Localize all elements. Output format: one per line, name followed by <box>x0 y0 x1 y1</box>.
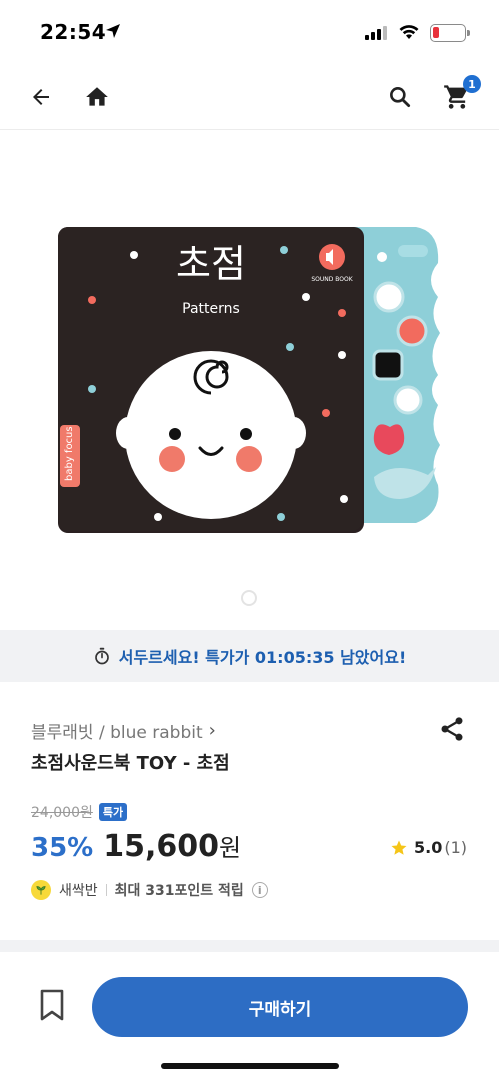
carousel-indicator[interactable] <box>241 590 257 606</box>
sprout-grade-icon <box>31 880 51 900</box>
product-book-illustration: baby focus 초점 Patterns SOUND BOOK 블루래빗 <box>58 227 440 533</box>
currency-label: 원 <box>219 834 242 862</box>
info-icon[interactable]: i <box>251 882 268 898</box>
brand-link[interactable]: 블루래빗 / blue rabbit › <box>31 718 216 743</box>
back-button[interactable] <box>25 81 57 113</box>
points-row: 새싹반 최대 331포인트 적립 i <box>31 880 268 900</box>
original-price-row: 24,000원 특가 <box>31 802 128 822</box>
battery-level <box>433 27 439 38</box>
section-divider <box>0 940 499 952</box>
timer-text: 서두르세요! 특가가 01:05:35 남았어요! <box>118 648 407 667</box>
share-button[interactable] <box>436 713 468 745</box>
search-icon <box>390 87 411 108</box>
location-arrow-icon <box>106 24 120 38</box>
product-image[interactable]: baby focus 초점 Patterns SOUND BOOK 블루래빗 <box>56 205 448 535</box>
sale-badge: 특가 <box>98 803 128 821</box>
bookmark-button[interactable] <box>34 985 70 1025</box>
share-icon <box>441 717 463 741</box>
rating-count: (1) <box>444 838 467 857</box>
star-icon <box>391 840 407 855</box>
home-button[interactable] <box>81 81 113 113</box>
product-name: 초점사운드북 TOY - 초점 <box>31 753 230 774</box>
divider <box>105 884 107 896</box>
publisher-mark: 블루래빗 <box>198 506 224 515</box>
nav-bar: 1 <box>0 64 499 130</box>
status-bar: 22:54 <box>0 0 499 64</box>
cover-subtitle: Patterns <box>182 301 240 317</box>
battery-icon <box>430 24 470 42</box>
brand-name: 블루래빗 / blue rabbit <box>31 723 203 743</box>
sale-price: 15,600 <box>103 829 220 864</box>
status-time: 22:54 <box>40 20 107 44</box>
original-price: 24,000원 <box>31 805 93 821</box>
cover-title: 초점 <box>176 242 246 286</box>
cellular-signal-icon <box>365 26 387 40</box>
member-grade: 새싹반 <box>59 883 98 899</box>
wifi-icon <box>399 25 419 39</box>
rating[interactable]: 5.0 (1) <box>390 838 467 857</box>
discount-rate: 35% <box>31 833 94 863</box>
arrow-left-icon <box>33 89 49 105</box>
cart-button[interactable]: 1 <box>441 75 481 113</box>
search-button[interactable] <box>384 81 416 113</box>
side-label: baby focus <box>64 426 75 481</box>
price-row: 35% 15,600원 <box>31 828 241 864</box>
rating-score: 5.0 <box>413 838 443 857</box>
chevron-right-icon: › <box>208 720 216 741</box>
stopwatch-icon <box>94 647 109 665</box>
home-indicator <box>161 1063 339 1069</box>
timer-banner: 서두르세요! 특가가 01:05:35 남았어요! <box>0 630 499 682</box>
sound-label: SOUND BOOK <box>311 276 353 283</box>
buy-button[interactable]: 구매하기 <box>92 977 468 1037</box>
points-text: 최대 331포인트 적립 <box>114 883 244 899</box>
bookmark-icon <box>40 989 64 1021</box>
home-icon <box>86 87 108 106</box>
cart-count-badge: 1 <box>463 75 481 93</box>
